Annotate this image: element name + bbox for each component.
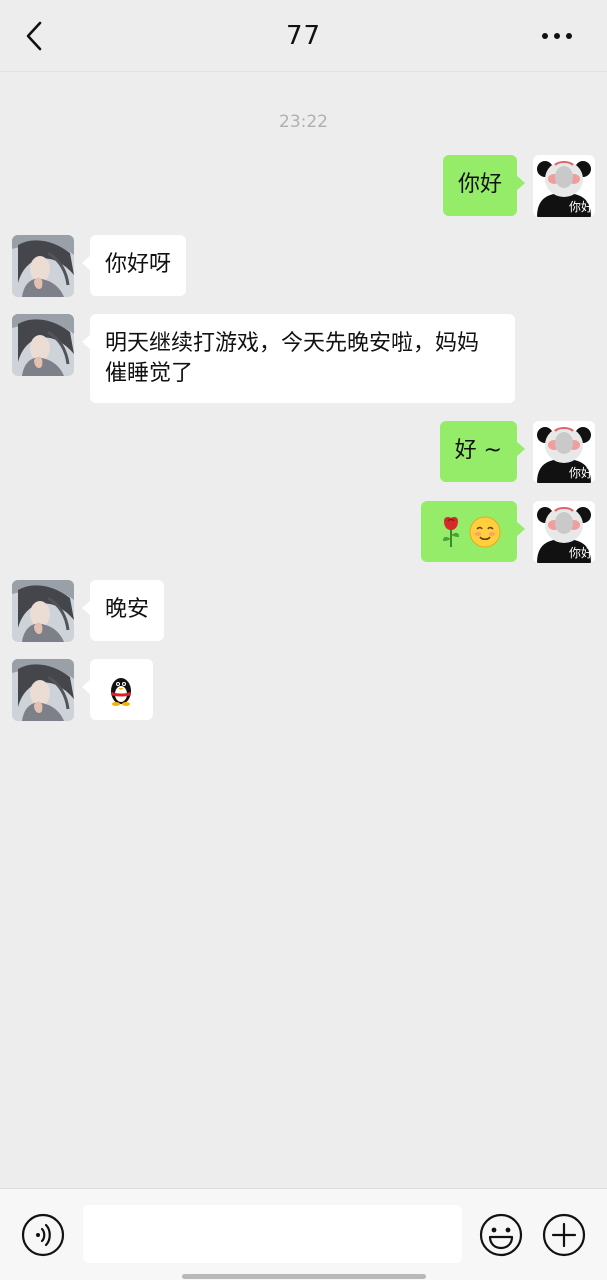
self-avatar[interactable]: 你好: [533, 155, 595, 217]
voice-button[interactable]: [21, 1213, 65, 1257]
message-text: 你好呀: [105, 252, 172, 277]
received-bubble[interactable]: 晚安: [81, 580, 165, 641]
penguin-emoji-icon: [111, 678, 131, 706]
friend-avatar[interactable]: [12, 580, 74, 642]
emoji-button[interactable]: [479, 1213, 523, 1257]
message-text: 好 ~: [454, 438, 502, 463]
message-text: 晚安: [105, 597, 150, 622]
more-button[interactable]: [539, 26, 579, 46]
friend-avatar[interactable]: [12, 659, 74, 721]
emoji-face-icon: [479, 1213, 523, 1257]
rose-icon: [443, 517, 459, 547]
message-row: 好 ~ 你好: [0, 421, 607, 483]
chat-title: 77: [285, 20, 322, 51]
message-input[interactable]: [83, 1205, 462, 1263]
message-row: 你好 你好: [0, 155, 607, 217]
smile-emoji-icon: [469, 516, 501, 548]
message-row: 明天继续打游戏，今天先晚安啦，妈妈催睡觉了: [0, 314, 607, 404]
message-row: [0, 659, 607, 721]
message-row: 你好: [0, 501, 607, 563]
avatar-caption: 你好: [568, 466, 593, 480]
message-text: 明天继续打游戏，今天先晚安啦，妈妈催睡觉了: [105, 331, 480, 386]
more-actions-button[interactable]: [542, 1213, 586, 1257]
input-bar: [0, 1188, 607, 1280]
received-bubble[interactable]: 明天继续打游戏，今天先晚安啦，妈妈催睡觉了: [82, 314, 515, 403]
chevron-left-icon: [26, 21, 42, 51]
chat-header: 77: [0, 0, 607, 72]
message-timestamp: 23:22: [279, 112, 328, 132]
friend-avatar[interactable]: [12, 314, 74, 376]
message-row: 晚安: [0, 580, 607, 642]
plus-circle-icon: [542, 1213, 586, 1257]
ellipsis-icon: [542, 33, 572, 39]
sent-bubble[interactable]: 好 ~: [439, 421, 526, 482]
avatar-caption: 你好: [568, 546, 593, 560]
self-avatar[interactable]: 你好: [533, 501, 595, 563]
received-bubble[interactable]: 你好呀: [81, 235, 187, 296]
received-bubble[interactable]: [82, 659, 153, 720]
sent-bubble[interactable]: [421, 501, 525, 562]
avatar-caption: 你好: [568, 200, 593, 214]
sent-bubble[interactable]: 你好: [442, 155, 526, 216]
home-indicator[interactable]: [182, 1274, 426, 1279]
message-text: 你好: [457, 172, 502, 197]
message-row: 你好呀: [0, 235, 607, 297]
self-avatar[interactable]: 你好: [533, 421, 595, 483]
back-button[interactable]: [20, 18, 50, 54]
voice-icon: [21, 1213, 65, 1257]
friend-avatar[interactable]: [12, 235, 74, 297]
